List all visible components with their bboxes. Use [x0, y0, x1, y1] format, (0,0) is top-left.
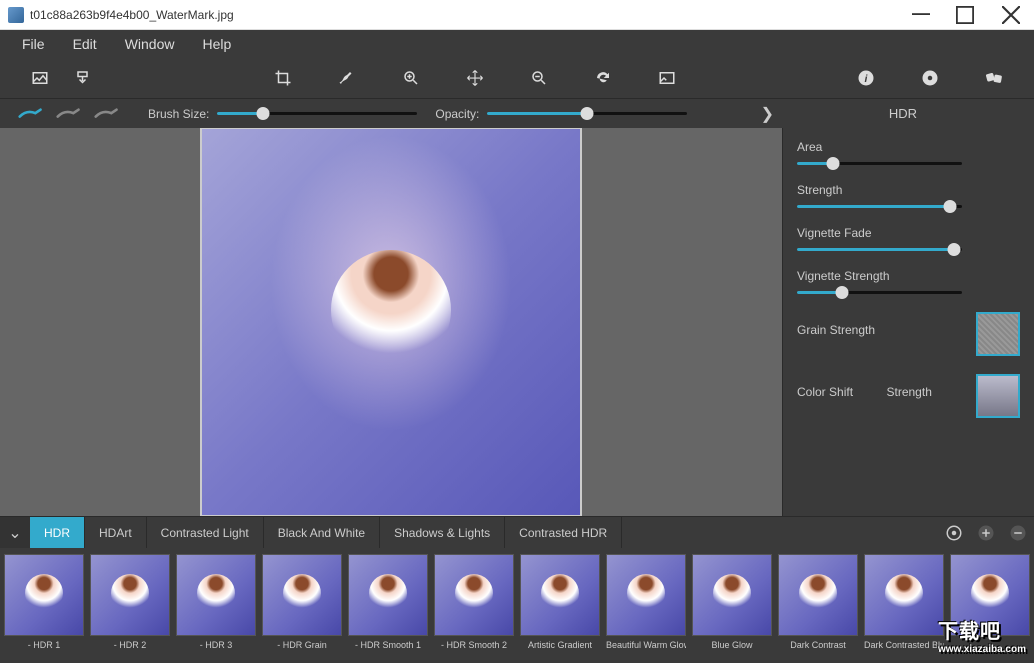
- random-button[interactable]: [972, 60, 1016, 96]
- expand-right-icon[interactable]: ❯: [747, 104, 788, 124]
- preview-image: [200, 128, 582, 516]
- preset-thumb[interactable]: - HDR Grain: [262, 554, 342, 650]
- preset-thumb[interactable]: Dark Contrast: [778, 554, 858, 650]
- brush-size-slider[interactable]: [217, 112, 417, 115]
- menu-window[interactable]: Window: [111, 32, 189, 56]
- redo-button[interactable]: [581, 60, 625, 96]
- preset-remove-button[interactable]: [1002, 517, 1034, 549]
- preset-thumb[interactable]: - HDR Smooth 2: [434, 554, 514, 650]
- preset-thumbnails: - HDR 1 - HDR 2 - HDR 3 - HDR Grain - HD…: [0, 548, 1034, 663]
- tab-black-white[interactable]: Black And White: [264, 517, 380, 549]
- preset-thumb[interactable]: - HDR 1: [4, 554, 84, 650]
- strength-slider[interactable]: [797, 205, 962, 208]
- zoom-out-button[interactable]: [517, 60, 561, 96]
- vignette-fade-slider[interactable]: [797, 248, 962, 251]
- preset-thumb[interactable]: - HDR 2: [90, 554, 170, 650]
- panel-title: HDR: [788, 106, 1018, 121]
- vignette-fade-label: Vignette Fade: [797, 226, 1020, 240]
- tab-contrasted-light[interactable]: Contrasted Light: [147, 517, 264, 549]
- close-button[interactable]: [988, 0, 1034, 30]
- maximize-button[interactable]: [942, 0, 988, 30]
- settings-button[interactable]: [908, 60, 952, 96]
- tab-shadows-lights[interactable]: Shadows & Lights: [380, 517, 505, 549]
- tab-hdart[interactable]: HDArt: [85, 517, 147, 549]
- main-toolbar: i: [0, 58, 1034, 98]
- preset-filter-button[interactable]: [938, 517, 970, 549]
- opacity-slider[interactable]: [487, 112, 687, 115]
- menu-edit[interactable]: Edit: [59, 32, 111, 56]
- brush-tool-3[interactable]: [92, 101, 122, 127]
- preset-expand-button[interactable]: ⌄: [0, 517, 30, 549]
- open-image-button[interactable]: [18, 60, 62, 96]
- vignette-strength-label: Vignette Strength: [797, 269, 1020, 283]
- title-bar: t01c88a263b9f4e4b00_WaterMark.jpg ­: [0, 0, 1034, 30]
- preset-thumb[interactable]: Beautiful Warm Glow: [606, 554, 686, 650]
- side-panel: Area Strength Vignette Fade Vignette Str…: [782, 128, 1034, 516]
- pan-button[interactable]: [453, 60, 497, 96]
- info-button[interactable]: i: [844, 60, 888, 96]
- brush-tool-1[interactable]: [16, 101, 46, 127]
- preset-thumb[interactable]: [950, 554, 1030, 640]
- menu-help[interactable]: Help: [188, 32, 245, 56]
- preset-thumb[interactable]: Artistic Gradient: [520, 554, 600, 650]
- opacity-label: Opacity:: [435, 107, 479, 121]
- grain-strength-label: Grain Strength: [797, 323, 966, 337]
- preset-thumb[interactable]: - HDR Smooth 1: [348, 554, 428, 650]
- preset-thumb[interactable]: - HDR 3: [176, 554, 256, 650]
- brush-size-label: Brush Size:: [148, 107, 209, 121]
- preset-tab-bar: ⌄ HDR HDArt Contrasted Light Black And W…: [0, 516, 1034, 548]
- brush-bar: Brush Size: Opacity: ❯ HDR: [0, 98, 1034, 128]
- app-icon: [8, 7, 24, 23]
- main-area: Area Strength Vignette Fade Vignette Str…: [0, 128, 1034, 516]
- brush-tool-2[interactable]: [54, 101, 84, 127]
- tab-contrasted-hdr[interactable]: Contrasted HDR: [505, 517, 622, 549]
- preset-thumb[interactable]: Blue Glow: [692, 554, 772, 650]
- vignette-strength-slider[interactable]: [797, 291, 962, 294]
- preset-add-button[interactable]: [970, 517, 1002, 549]
- brush-button[interactable]: [325, 60, 369, 96]
- window-title: t01c88a263b9f4e4b00_WaterMark.jpg: [30, 8, 896, 22]
- tab-hdr[interactable]: HDR: [30, 517, 85, 549]
- area-slider[interactable]: [797, 162, 962, 165]
- color-strength-label: Strength: [887, 385, 967, 399]
- canvas[interactable]: [0, 128, 782, 516]
- menu-file[interactable]: File: [8, 32, 59, 56]
- compare-button[interactable]: [645, 60, 689, 96]
- color-swatch[interactable]: [976, 374, 1020, 418]
- color-shift-label: Color Shift: [797, 385, 877, 399]
- save-button[interactable]: [62, 60, 106, 96]
- minimize-button[interactable]: ­: [896, 0, 942, 30]
- area-label: Area: [797, 140, 1020, 154]
- menu-bar: File Edit Window Help: [0, 30, 1034, 58]
- strength-label: Strength: [797, 183, 1020, 197]
- grain-swatch[interactable]: [976, 312, 1020, 356]
- preset-thumb[interactable]: Dark Contrasted Blue: [864, 554, 944, 650]
- zoom-in-button[interactable]: [389, 60, 433, 96]
- crop-button[interactable]: [261, 60, 305, 96]
